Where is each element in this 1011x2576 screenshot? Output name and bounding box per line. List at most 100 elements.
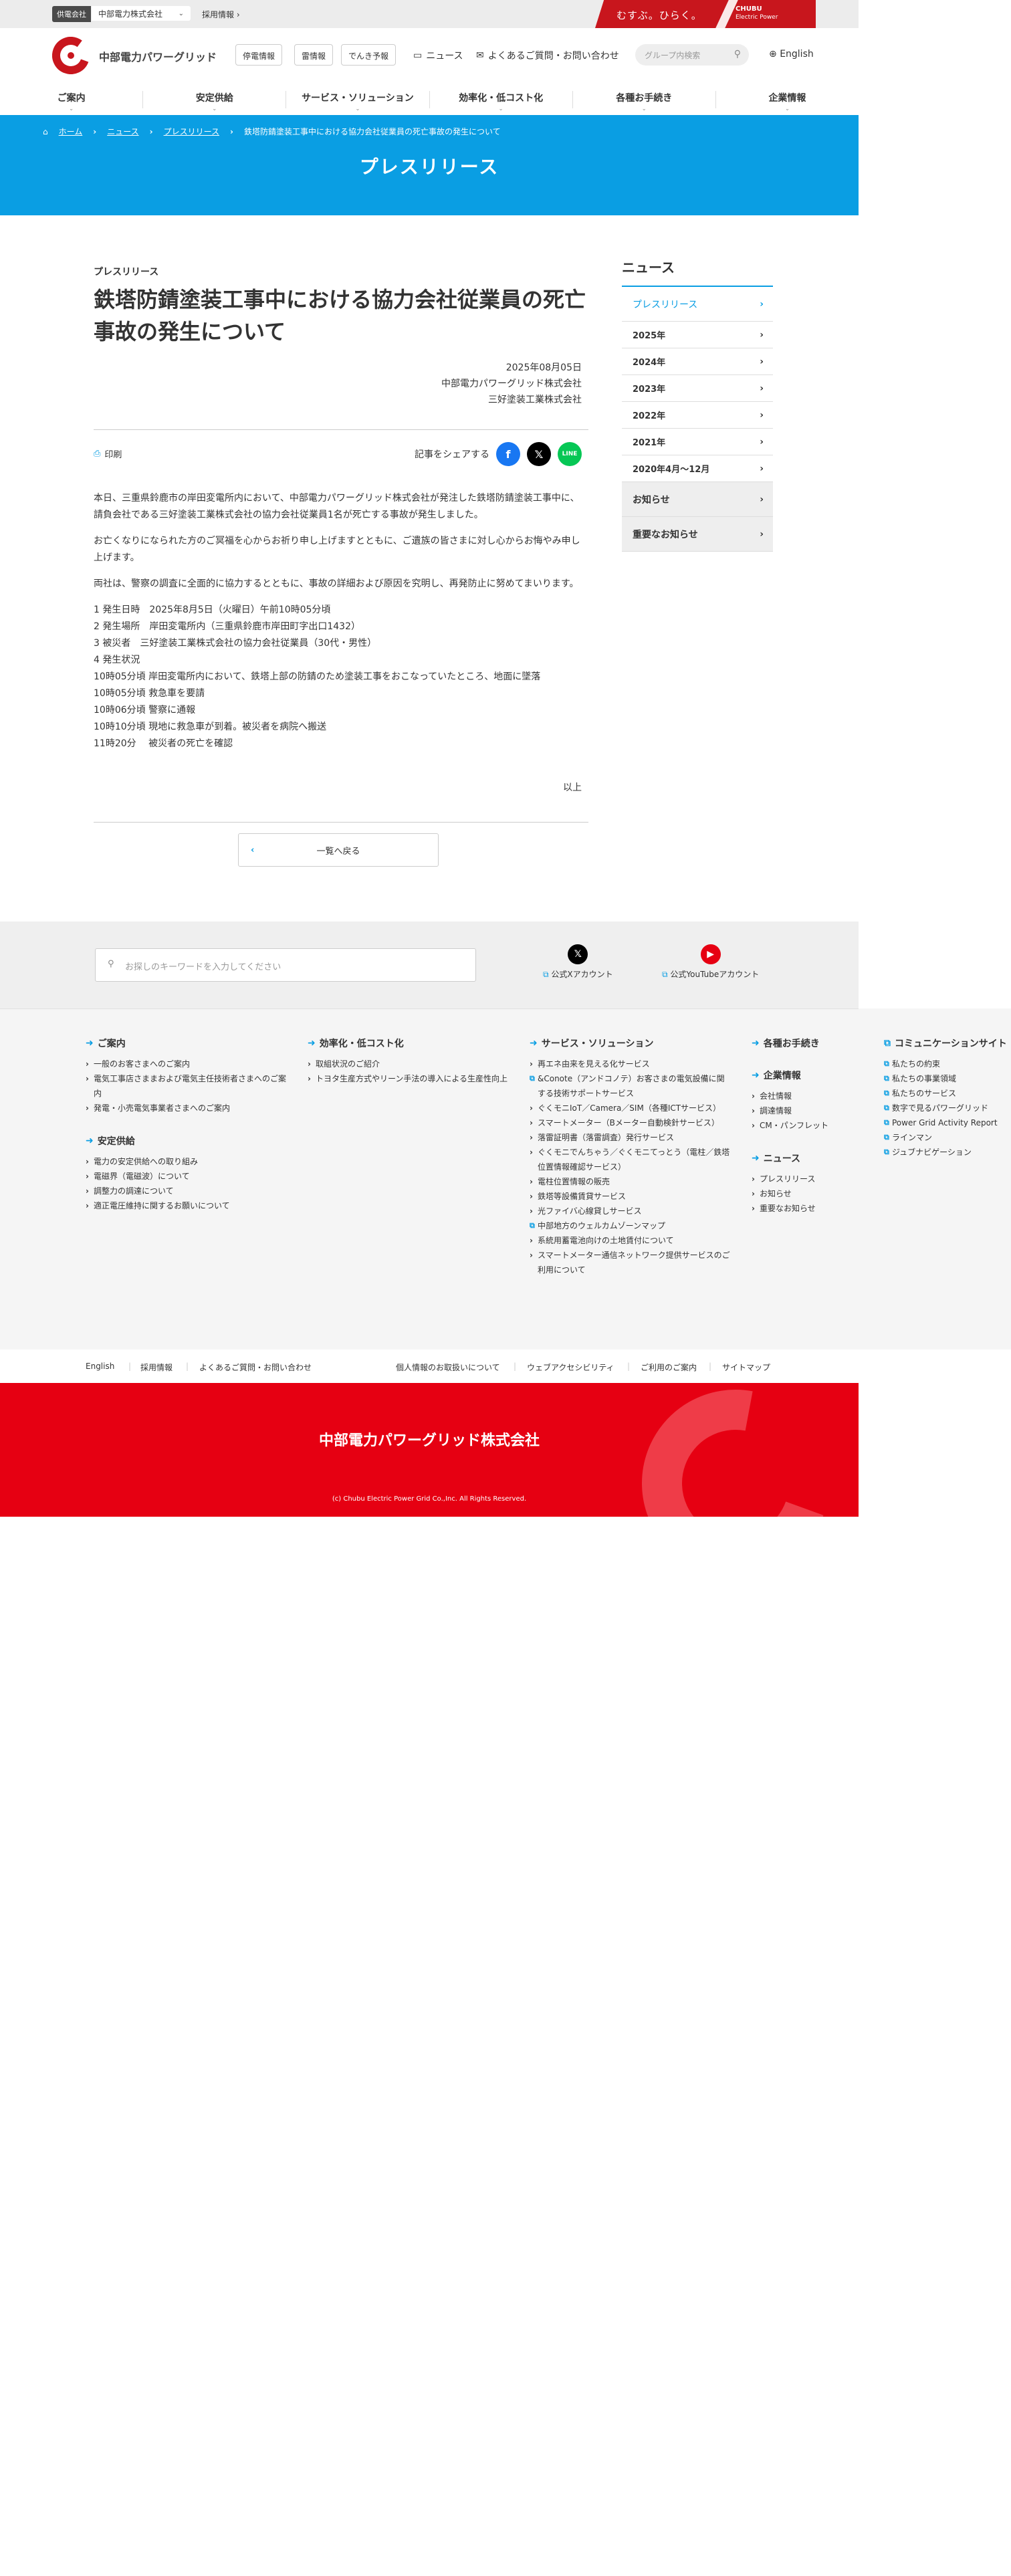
chevron-right-icon: › [760,383,764,394]
sitemap-link[interactable]: 落雷証明書（落雷調査）発行サービス [530,1130,730,1145]
sidenav-item-year[interactable]: 2023年 › [622,375,773,402]
breadcrumb-home[interactable]: ホーム [59,126,83,137]
sitemap-link[interactable]: 電力の安定供給への取り組み [86,1154,286,1169]
sitemap-link[interactable]: 再エネ由来を見える化サービス [530,1057,730,1071]
recruit-link[interactable]: 採用情報 › [202,9,240,20]
share-bar: 記事をシェアする f 𝕏 LINE [415,442,582,466]
sitemap-link[interactable]: ジュブナビゲーション [884,1145,1008,1160]
sitemap-link[interactable]: 系統用蓄電池向けの土地賃付について [530,1233,730,1248]
sitemap-link[interactable]: 電磁界（電磁波）について [86,1169,286,1184]
facebook-share-icon[interactable]: f [496,442,520,466]
article-org-1: 中部電力パワーグリッド株式会社 [441,379,582,389]
sitemap-link[interactable]: 数字で見るパワーグリッド [884,1101,1008,1115]
sitemap-link[interactable]: 私たちの事業領域 [884,1071,1008,1086]
sitemap-head[interactable]: ➜ サービス・ソリューション [530,1037,730,1050]
back-to-list-button[interactable]: ‹ 一覧へ戻る [238,833,439,867]
line-share-icon[interactable]: LINE [558,442,582,466]
company-select[interactable]: 中部電力株式会社 ⌄ [92,6,191,21]
breadcrumb-news[interactable]: ニュース [107,126,138,137]
english-link[interactable]: ⊕ English [769,49,814,60]
footer-link-privacy[interactable]: 個人情報のお取扱いについて [396,1362,500,1373]
sitemap-link[interactable]: プレスリリース [752,1172,872,1186]
sitemap-link[interactable]: 電気工事店さままおよび電気主任技術者さまへのご案内 [86,1071,286,1101]
power-forecast-button[interactable]: でんき予報 [341,44,397,66]
sitemap-link[interactable]: トヨタ生産方式やリーン手法の導入による生産性向上 [308,1071,508,1086]
sidenav-item-year[interactable]: 2022年 › [622,402,773,429]
article-list-item: 10時05分頃 岸田変電所内において、鉄塔上部の防錆のため塗装工事をおこなってい… [94,671,541,682]
sidenav-item-year[interactable]: 2020年4月〜12月 › [622,455,773,482]
article-paragraph: 両社は、警察の調査に全面的に協力するとともに、事故の詳細および原因を究明し、再発… [94,578,579,589]
nav-guide[interactable]: ご案内 ⌄ [0,84,142,115]
sitemap-link[interactable]: 中部地方のウェルカムゾーンマップ [530,1218,730,1233]
sidenav-item-year[interactable]: 2021年 › [622,429,773,455]
sitemap-link[interactable]: スマートメーター（Bメーター自動検針サービス） [530,1115,730,1130]
copyright: (c) Chubu Electric Power Grid Co.,Inc. A… [332,1495,527,1503]
sitemap-link[interactable]: 電柱位置情報の販売 [530,1174,730,1189]
sitemap-link[interactable]: ぐくモニでんちゃう／ぐくモニてっとう（電柱／鉄塔位置情報確認サービス） [530,1145,730,1174]
sitemap-col-guide: ➜ご案内 一般のお客さまへのご案内 電気工事店さままおよび電気主任技術者さまへの… [86,1037,286,1213]
sitemap-link[interactable]: 一般のお客さまへのご案内 [86,1057,286,1071]
nav-stable-supply[interactable]: 安定供給 ⌄ [143,84,286,115]
footer-search-input[interactable]: ⚲ お探しのキーワードを入力してください [95,948,476,982]
lightning-info-button[interactable]: 雷情報 [294,44,334,66]
sitemap-link[interactable]: 発電・小売電気事業者さまへのご案内 [86,1101,286,1115]
footer-link-accessibility[interactable]: ウェブアクセシビリティ [527,1362,614,1373]
sitemap-link[interactable]: 光ファイバ心線貸しサービス [530,1204,730,1218]
nav-services[interactable]: サービス・ソリューション ⌄ [286,84,429,115]
sidenav-item-notices[interactable]: お知らせ › [622,482,773,517]
news-link[interactable]: ▭ ニュース [413,49,463,62]
sitemap-link[interactable]: CM・パンフレット [752,1118,872,1133]
nav-efficiency[interactable]: 効率化・低コスト化 ⌄ [430,84,572,115]
sitemap-link[interactable]: 会社情報 [752,1089,872,1103]
sitemap-head[interactable]: ➜ 企業情報 [752,1069,872,1082]
footer-link-recruit[interactable]: 採用情報 [140,1362,173,1373]
footer-link-sitemap[interactable]: サイトマップ [722,1362,770,1373]
x-share-icon[interactable]: 𝕏 [527,442,551,466]
brand-slogan: むすぶ。ひらく。 [616,9,702,21]
sitemap-link[interactable]: 私たちの約束 [884,1057,1008,1071]
x-account-link[interactable]: 𝕏 ⧉ 公式Xアカウント [543,944,613,980]
sitemap-head[interactable]: ➜ ニュース [752,1152,872,1165]
sitemap-link[interactable]: 取組状況のご紹介 [308,1057,508,1071]
sitemap-head[interactable]: ⧉ コミュニケーションサイト [884,1037,1008,1050]
sidenav-item-important[interactable]: 重要なお知らせ › [622,517,773,552]
sitemap-head[interactable]: ➜ ご案内 [86,1037,286,1050]
sitemap-link[interactable]: スマートメーター通信ネットワーク提供サービスのご利用について [530,1248,730,1277]
sitemap-link[interactable]: お知らせ [752,1186,872,1201]
article-title: 鉄塔防錆塗装工事中における協力会社従業員の死亡事故の発生について [94,287,586,344]
breadcrumb-press[interactable]: プレスリリース [164,126,219,137]
footer-link-terms[interactable]: ご利用のご案内 [641,1362,697,1373]
sitemap-link[interactable]: Power Grid Activity Report [884,1115,1008,1130]
nav-procedures[interactable]: 各種お手続き ⌄ [573,84,715,115]
sitemap-link[interactable]: 鉄塔等設備賃貸サービス [530,1189,730,1204]
sitemap-head[interactable]: ➜ 効率化・低コスト化 [308,1037,508,1050]
sitemap-link[interactable]: 私たちのサービス [884,1086,1008,1101]
faq-link[interactable]: ✉ よくあるご質問・お問い合わせ [476,49,619,62]
sidenav-item-year[interactable]: 2025年 › [622,322,773,348]
sitemap-link[interactable]: 重要なお知らせ [752,1201,872,1216]
search-icon[interactable]: ⚲ [734,49,741,60]
sitemap-link[interactable]: 調整力の調達について [86,1184,286,1198]
footer-link-faq[interactable]: よくあるご質問・お問い合わせ [199,1362,312,1373]
site-search-input[interactable]: グループ内検索 ⚲ [635,44,749,66]
article-tools: ⎙ 印刷 記事をシェアする f 𝕏 LINE [94,430,588,473]
footer-search-band: ⚲ お探しのキーワードを入力してください 𝕏 ⧉ 公式Xアカウント ▶ ⧉ 公式… [0,922,859,1008]
outage-info-button[interactable]: 停電情報 [235,44,283,66]
sitemap-head[interactable]: ➜ 安定供給 [86,1134,286,1148]
sitemap-head[interactable]: ➜ 各種お手続き [752,1037,872,1050]
footer-link-english[interactable]: English [86,1362,114,1371]
print-button[interactable]: ⎙ 印刷 [94,447,122,460]
nav-corporate[interactable]: 企業情報 ⌄ [716,84,859,115]
chubu-electric-power-link[interactable]: CHUBU Electric Power [736,5,778,21]
youtube-account-link[interactable]: ▶ ⧉ 公式YouTubeアカウント [662,944,759,980]
company-logo-icon[interactable] [52,37,90,74]
company-logo-text[interactable]: 中部電力パワーグリッド [99,48,217,64]
sitemap-link[interactable]: 調達情報 [752,1103,872,1118]
sidenav-item-press[interactable]: プレスリリース › [622,287,773,322]
sitemap-link[interactable]: 適正電圧維持に関するお願いについて [86,1198,286,1213]
sitemap-link[interactable]: ラインマン [884,1130,1008,1145]
sitemap-link[interactable]: ぐくモニIoT／Camera／SIM（各種ICTサービス） [530,1101,730,1115]
sitemap-link[interactable]: &Conote（アンドコノテ）お客さまの電気設備に関する技術サポートサービス [530,1071,730,1101]
sidenav-item-year[interactable]: 2024年 › [622,348,773,375]
chevron-right-icon: › [760,356,764,367]
